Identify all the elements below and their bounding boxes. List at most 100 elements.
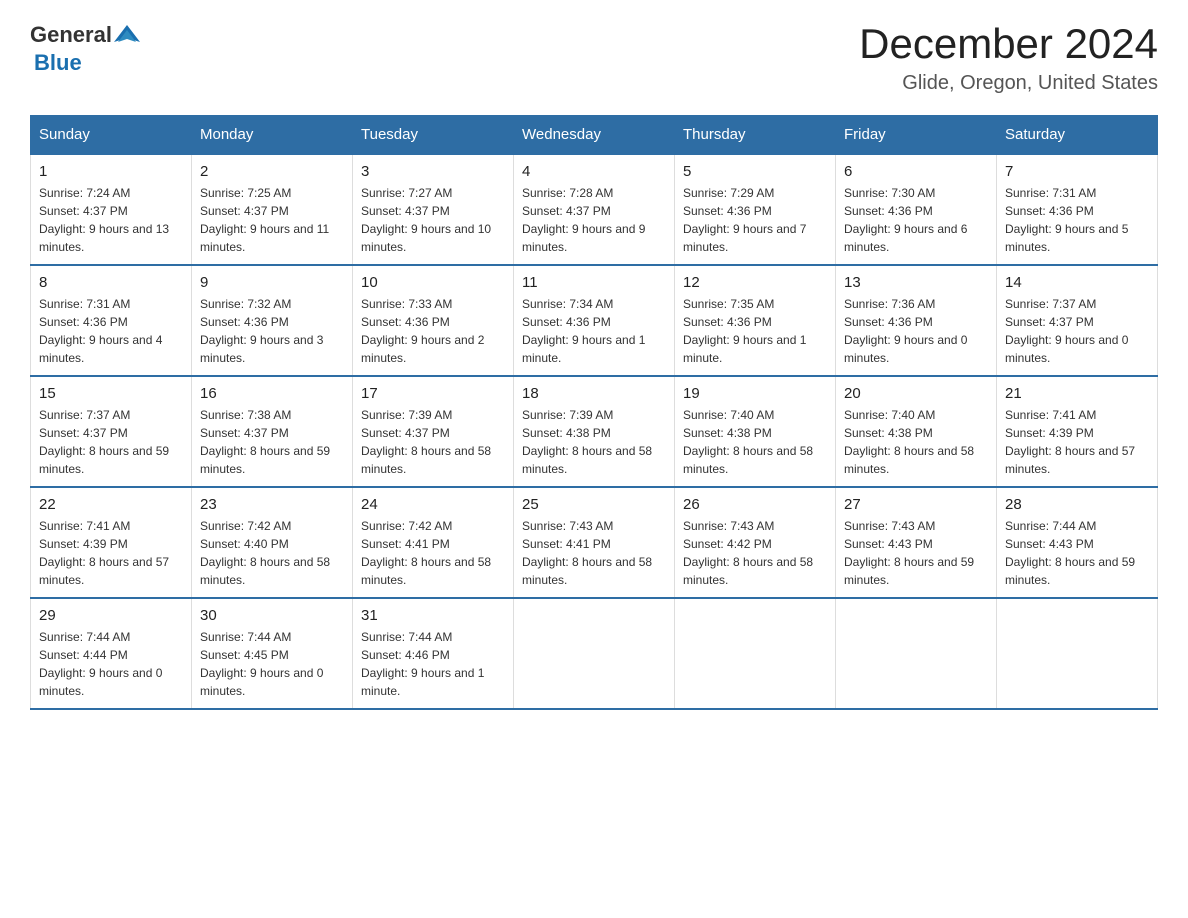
day-info: Sunrise: 7:44 AM Sunset: 4:45 PM Dayligh… [200,628,344,700]
day-number: 29 [39,607,183,624]
day-number: 6 [844,163,988,180]
day-info: Sunrise: 7:42 AM Sunset: 4:41 PM Dayligh… [361,517,505,589]
day-info: Sunrise: 7:29 AM Sunset: 4:36 PM Dayligh… [683,184,827,256]
day-cell: 28 Sunrise: 7:44 AM Sunset: 4:43 PM Dayl… [997,487,1158,598]
day-info: Sunrise: 7:43 AM Sunset: 4:43 PM Dayligh… [844,517,988,589]
day-info: Sunrise: 7:44 AM Sunset: 4:46 PM Dayligh… [361,628,505,700]
day-info: Sunrise: 7:34 AM Sunset: 4:36 PM Dayligh… [522,295,666,367]
day-info: Sunrise: 7:30 AM Sunset: 4:36 PM Dayligh… [844,184,988,256]
header-tuesday: Tuesday [353,116,514,155]
header-monday: Monday [192,116,353,155]
day-number: 25 [522,496,666,513]
day-number: 13 [844,274,988,291]
day-cell: 6 Sunrise: 7:30 AM Sunset: 4:36 PM Dayli… [836,154,997,265]
day-cell [997,598,1158,709]
day-cell: 31 Sunrise: 7:44 AM Sunset: 4:46 PM Dayl… [353,598,514,709]
day-number: 10 [361,274,505,291]
calendar-body: 1 Sunrise: 7:24 AM Sunset: 4:37 PM Dayli… [31,154,1158,709]
logo-blue-text: Blue [34,50,82,75]
day-cell: 7 Sunrise: 7:31 AM Sunset: 4:36 PM Dayli… [997,154,1158,265]
calendar-header: SundayMondayTuesdayWednesdayThursdayFrid… [31,116,1158,155]
day-cell: 20 Sunrise: 7:40 AM Sunset: 4:38 PM Dayl… [836,376,997,487]
logo: General Blue [30,20,142,76]
day-info: Sunrise: 7:36 AM Sunset: 4:36 PM Dayligh… [844,295,988,367]
title-area: December 2024 Glide, Oregon, United Stat… [859,20,1158,95]
day-number: 3 [361,163,505,180]
day-number: 31 [361,607,505,624]
day-cell: 1 Sunrise: 7:24 AM Sunset: 4:37 PM Dayli… [31,154,192,265]
day-info: Sunrise: 7:32 AM Sunset: 4:36 PM Dayligh… [200,295,344,367]
day-info: Sunrise: 7:33 AM Sunset: 4:36 PM Dayligh… [361,295,505,367]
day-cell: 9 Sunrise: 7:32 AM Sunset: 4:36 PM Dayli… [192,265,353,376]
day-number: 18 [522,385,666,402]
day-number: 14 [1005,274,1149,291]
header-saturday: Saturday [997,116,1158,155]
day-cell: 10 Sunrise: 7:33 AM Sunset: 4:36 PM Dayl… [353,265,514,376]
day-cell: 3 Sunrise: 7:27 AM Sunset: 4:37 PM Dayli… [353,154,514,265]
day-number: 1 [39,163,183,180]
day-number: 27 [844,496,988,513]
day-cell [675,598,836,709]
day-cell: 21 Sunrise: 7:41 AM Sunset: 4:39 PM Dayl… [997,376,1158,487]
page-header: General Blue December 2024 Glide, Oregon… [30,20,1158,95]
header-row: SundayMondayTuesdayWednesdayThursdayFrid… [31,116,1158,155]
day-info: Sunrise: 7:24 AM Sunset: 4:37 PM Dayligh… [39,184,183,256]
day-cell: 27 Sunrise: 7:43 AM Sunset: 4:43 PM Dayl… [836,487,997,598]
header-thursday: Thursday [675,116,836,155]
day-cell: 29 Sunrise: 7:44 AM Sunset: 4:44 PM Dayl… [31,598,192,709]
day-cell: 4 Sunrise: 7:28 AM Sunset: 4:37 PM Dayli… [514,154,675,265]
day-cell: 19 Sunrise: 7:40 AM Sunset: 4:38 PM Dayl… [675,376,836,487]
day-info: Sunrise: 7:37 AM Sunset: 4:37 PM Dayligh… [39,406,183,478]
day-info: Sunrise: 7:42 AM Sunset: 4:40 PM Dayligh… [200,517,344,589]
day-number: 20 [844,385,988,402]
day-number: 30 [200,607,344,624]
day-info: Sunrise: 7:44 AM Sunset: 4:44 PM Dayligh… [39,628,183,700]
day-cell: 2 Sunrise: 7:25 AM Sunset: 4:37 PM Dayli… [192,154,353,265]
day-number: 15 [39,385,183,402]
day-cell: 5 Sunrise: 7:29 AM Sunset: 4:36 PM Dayli… [675,154,836,265]
day-info: Sunrise: 7:41 AM Sunset: 4:39 PM Dayligh… [39,517,183,589]
day-number: 4 [522,163,666,180]
day-cell: 15 Sunrise: 7:37 AM Sunset: 4:37 PM Dayl… [31,376,192,487]
day-number: 17 [361,385,505,402]
day-info: Sunrise: 7:27 AM Sunset: 4:37 PM Dayligh… [361,184,505,256]
day-cell: 12 Sunrise: 7:35 AM Sunset: 4:36 PM Dayl… [675,265,836,376]
day-number: 12 [683,274,827,291]
day-number: 28 [1005,496,1149,513]
day-number: 5 [683,163,827,180]
day-info: Sunrise: 7:38 AM Sunset: 4:37 PM Dayligh… [200,406,344,478]
logo-general-text: General [30,22,112,48]
week-row-4: 22 Sunrise: 7:41 AM Sunset: 4:39 PM Dayl… [31,487,1158,598]
day-cell [836,598,997,709]
day-cell: 16 Sunrise: 7:38 AM Sunset: 4:37 PM Dayl… [192,376,353,487]
day-info: Sunrise: 7:44 AM Sunset: 4:43 PM Dayligh… [1005,517,1149,589]
day-cell: 13 Sunrise: 7:36 AM Sunset: 4:36 PM Dayl… [836,265,997,376]
day-number: 21 [1005,385,1149,402]
day-info: Sunrise: 7:39 AM Sunset: 4:38 PM Dayligh… [522,406,666,478]
day-info: Sunrise: 7:41 AM Sunset: 4:39 PM Dayligh… [1005,406,1149,478]
day-number: 2 [200,163,344,180]
day-number: 9 [200,274,344,291]
day-number: 22 [39,496,183,513]
header-sunday: Sunday [31,116,192,155]
week-row-1: 1 Sunrise: 7:24 AM Sunset: 4:37 PM Dayli… [31,154,1158,265]
day-info: Sunrise: 7:40 AM Sunset: 4:38 PM Dayligh… [844,406,988,478]
day-cell: 23 Sunrise: 7:42 AM Sunset: 4:40 PM Dayl… [192,487,353,598]
day-cell: 30 Sunrise: 7:44 AM Sunset: 4:45 PM Dayl… [192,598,353,709]
week-row-5: 29 Sunrise: 7:44 AM Sunset: 4:44 PM Dayl… [31,598,1158,709]
header-friday: Friday [836,116,997,155]
day-info: Sunrise: 7:35 AM Sunset: 4:36 PM Dayligh… [683,295,827,367]
day-info: Sunrise: 7:43 AM Sunset: 4:42 PM Dayligh… [683,517,827,589]
day-cell: 26 Sunrise: 7:43 AM Sunset: 4:42 PM Dayl… [675,487,836,598]
week-row-3: 15 Sunrise: 7:37 AM Sunset: 4:37 PM Dayl… [31,376,1158,487]
day-cell [514,598,675,709]
logo-icon [112,20,142,50]
location-title: Glide, Oregon, United States [859,72,1158,95]
day-cell: 8 Sunrise: 7:31 AM Sunset: 4:36 PM Dayli… [31,265,192,376]
day-info: Sunrise: 7:31 AM Sunset: 4:36 PM Dayligh… [39,295,183,367]
day-number: 19 [683,385,827,402]
day-info: Sunrise: 7:25 AM Sunset: 4:37 PM Dayligh… [200,184,344,256]
day-info: Sunrise: 7:31 AM Sunset: 4:36 PM Dayligh… [1005,184,1149,256]
day-info: Sunrise: 7:28 AM Sunset: 4:37 PM Dayligh… [522,184,666,256]
day-number: 8 [39,274,183,291]
